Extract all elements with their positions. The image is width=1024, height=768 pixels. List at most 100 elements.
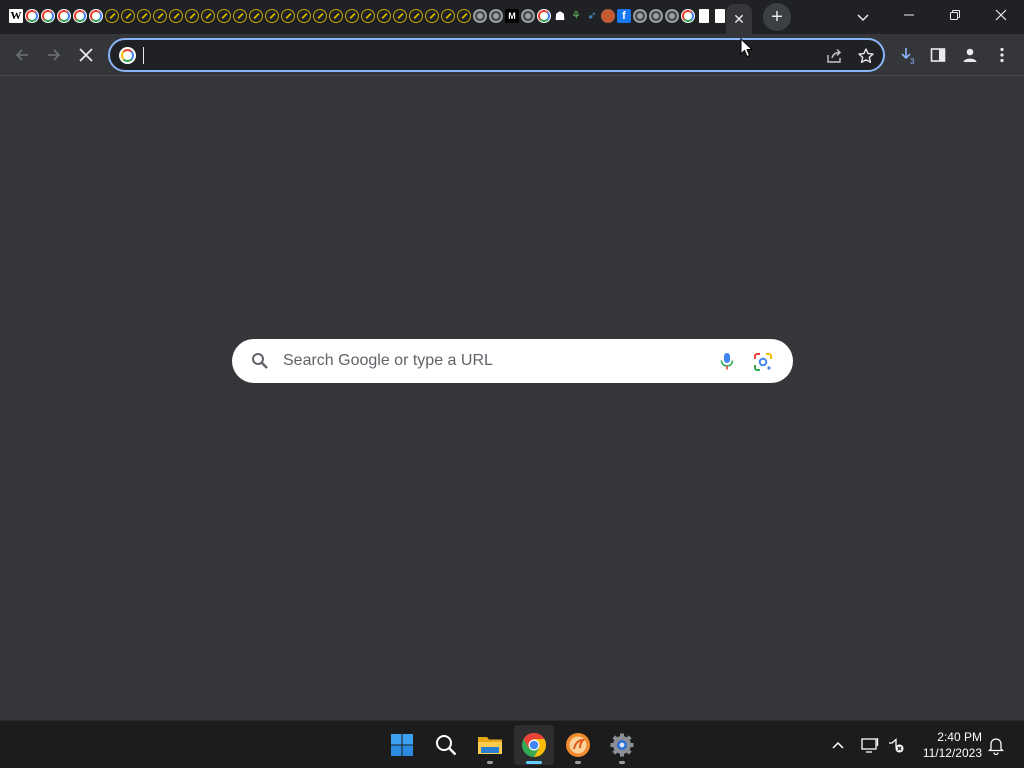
stop-loading-button[interactable] [72,41,100,69]
pinned-tab[interactable]: ☗ [552,8,568,24]
pinned-tab[interactable] [488,8,504,24]
clock-time: 2:40 PM [937,730,982,744]
gold-link-icon [121,9,135,23]
pinned-tab[interactable] [88,8,104,24]
pinned-tab[interactable] [408,8,424,24]
pinned-tab[interactable] [24,8,40,24]
network-tray-button[interactable] [860,735,880,755]
address-input[interactable] [142,45,802,65]
pinned-tab[interactable] [328,8,344,24]
facebook-icon: f [617,9,631,23]
search-input[interactable] [283,351,703,371]
google-icon [25,9,39,23]
bookmark-button[interactable] [856,46,876,66]
close-icon [79,48,93,62]
show-hidden-icons-button[interactable] [828,735,848,755]
folder-icon [478,737,502,754]
white-page-icon [699,9,709,23]
pinned-tab[interactable] [648,8,664,24]
google-chrome-button[interactable] [514,725,554,765]
minimize-button[interactable] [886,0,932,30]
pinned-tab[interactable] [264,8,280,24]
side-panel-button[interactable] [924,41,952,69]
microphone-icon[interactable] [717,351,737,371]
start-button[interactable] [382,725,422,765]
pinned-tab[interactable]: f [616,8,632,24]
pinned-tab[interactable] [472,8,488,24]
settings-button[interactable] [602,725,642,765]
pinned-tab[interactable]: W [8,8,24,24]
pinned-tab[interactable] [296,8,312,24]
gold-link-icon [137,9,151,23]
pinned-tab[interactable] [56,8,72,24]
pinned-tab[interactable]: M [504,8,520,24]
forward-button[interactable] [40,41,68,69]
pinned-tab[interactable] [376,8,392,24]
system-clock[interactable]: 2:40 PM 11/12/2023 [912,729,982,761]
pinned-tab[interactable] [600,8,616,24]
orange-app-button[interactable] [558,725,598,765]
pinned-tab[interactable] [120,8,136,24]
pinned-tab[interactable] [344,8,360,24]
arrow-right-icon [48,49,61,61]
pinned-tab[interactable] [456,8,472,24]
person-icon [963,48,977,62]
wikipedia-icon: W [9,9,23,23]
google-lens-icon[interactable] [752,351,774,373]
pinned-tab[interactable] [632,8,648,24]
pinned-tab[interactable] [216,8,232,24]
pinned-tab[interactable] [200,8,216,24]
pinned-tab[interactable] [312,8,328,24]
pinned-tab[interactable] [680,8,696,24]
chrome-menu-button[interactable] [988,41,1016,69]
pinned-tab[interactable] [280,8,296,24]
pinned-tab[interactable] [536,8,552,24]
tab-close-icon[interactable]: ✕ [733,12,745,26]
minimize-icon [904,14,914,16]
pinned-tab[interactable] [664,8,680,24]
pinned-tab[interactable] [104,8,120,24]
pinned-tab[interactable] [424,8,440,24]
address-bar[interactable] [108,38,885,72]
tab-search-button[interactable] [854,8,872,26]
downloads-button[interactable]: 3 [893,41,921,69]
pinned-tab[interactable] [40,8,56,24]
pinned-tab[interactable] [72,8,88,24]
pinned-tab[interactable]: ➶ [584,8,600,24]
pinned-tab[interactable]: ⚘ [568,8,584,24]
new-tab-button[interactable]: + [763,3,791,31]
pinned-tab[interactable] [248,8,264,24]
restore-button[interactable] [932,0,978,30]
browser-toolbar: 3 [0,34,1024,76]
pinned-tab[interactable] [152,8,168,24]
gold-link-icon [377,9,391,23]
pinned-tab[interactable] [696,8,712,24]
chrome-icon [522,733,547,757]
chevron-down-icon [857,14,869,22]
star-icon [858,48,874,63]
pinned-tab[interactable] [136,8,152,24]
google-search-box[interactable] [232,339,793,383]
taskbar-search-button[interactable] [426,725,466,765]
close-window-button[interactable] [978,0,1024,30]
pinned-tab[interactable] [520,8,536,24]
gear-icon [610,733,634,757]
active-tab[interactable]: ✕ [726,4,752,34]
pinned-tab[interactable] [232,8,248,24]
back-button[interactable] [8,41,36,69]
mouse-cursor-icon [740,38,754,58]
pinned-tab[interactable] [440,8,456,24]
pinned-tab[interactable] [360,8,376,24]
gold-link-icon [153,9,167,23]
pinned-tab[interactable] [168,8,184,24]
notifications-button[interactable] [987,735,1005,756]
share-button[interactable] [824,46,844,66]
pinned-tab[interactable] [392,8,408,24]
pinned-tab[interactable] [184,8,200,24]
gold-link-icon [345,9,359,23]
google-icon [537,9,551,23]
volume-tray-button[interactable] [886,735,906,755]
profile-button[interactable] [956,41,984,69]
file-explorer-button[interactable] [470,725,510,765]
google-icon [57,9,71,23]
